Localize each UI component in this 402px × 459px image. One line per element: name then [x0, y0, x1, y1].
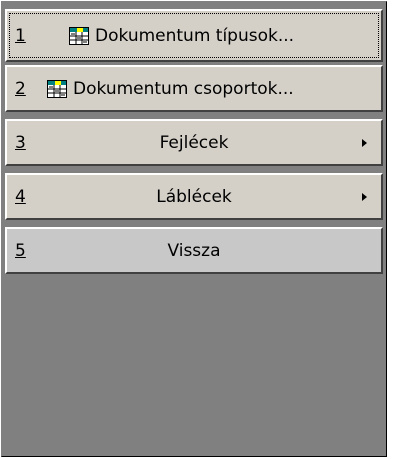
menu-item-label: Dokumentum csoportok...: [73, 78, 294, 99]
menu-item-footers[interactable]: 4 Láblécek: [5, 173, 383, 220]
menu-item-label: Láblécek: [156, 186, 232, 207]
menu-item-document-types[interactable]: 1 Dokumentum típusok...: [5, 9, 383, 62]
menu-item-label: Dokumentum típusok...: [95, 25, 295, 46]
menu-window: 1 Dokumentum típusok... 2 Dokumentum cso…: [1, 1, 387, 457]
menu-item-number: 2: [15, 78, 26, 99]
menu-item-back[interactable]: 5 Vissza: [5, 227, 383, 274]
menu-item-number: 1: [15, 25, 26, 46]
menu-list: 1 Dokumentum típusok... 2 Dokumentum cso…: [5, 9, 383, 281]
menu-item-headers[interactable]: 3 Fejlécek: [5, 119, 383, 166]
document-grid-icon: [69, 26, 89, 45]
document-grid-icon: [47, 79, 67, 98]
menu-item-document-groups[interactable]: 2 Dokumentum csoportok...: [5, 65, 383, 112]
menu-item-label: Vissza: [167, 240, 221, 261]
menu-item-label: Fejlécek: [159, 132, 229, 153]
submenu-arrow-icon: [362, 192, 367, 201]
submenu-arrow-icon: [362, 138, 367, 147]
